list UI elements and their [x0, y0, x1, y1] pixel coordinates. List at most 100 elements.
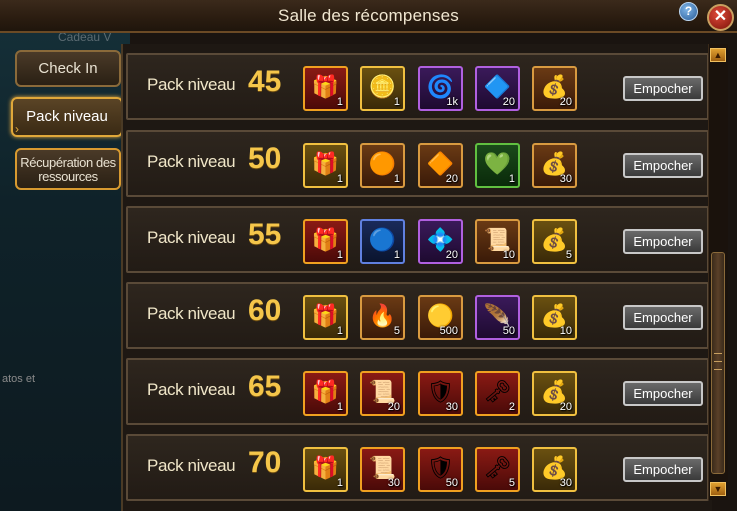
row-label: Pack niveau [147, 380, 236, 399]
row-label: Pack niveau [147, 152, 236, 171]
claim-button[interactable]: Empocher [623, 153, 703, 178]
reward-item-slot[interactable]: 🔵 1 [360, 219, 405, 264]
reward-item-slot[interactable]: 🎁 1 [303, 143, 348, 188]
reward-item-slot[interactable]: 🗝 5 [475, 447, 520, 492]
row-label: Pack niveau [147, 304, 236, 323]
reward-item-slot[interactable]: 🎁 1 [303, 66, 348, 111]
item-quantity: 500 [439, 325, 458, 337]
scroll-up-arrow-icon[interactable]: ▲ [710, 48, 726, 62]
reward-item-slot[interactable]: 🟠 1 [360, 143, 405, 188]
reward-item-slot[interactable]: 🌀 1k [418, 66, 463, 111]
title-bar: Salle des récompenses [0, 0, 737, 33]
item-quantity: 30 [445, 401, 458, 413]
item-quantity: 1 [336, 325, 343, 337]
claim-button[interactable]: Empocher [623, 305, 703, 330]
item-quantity: 1 [336, 249, 343, 261]
item-quantity: 30 [559, 477, 572, 489]
reward-item-slot[interactable]: 🎁 1 [303, 371, 348, 416]
reward-item-slot[interactable]: 💰 30 [532, 447, 577, 492]
item-quantity: 20 [445, 173, 458, 185]
reward-item-slot[interactable]: 📜 10 [475, 219, 520, 264]
row-level-number: 50 [248, 142, 282, 175]
item-quantity: 20 [502, 96, 515, 108]
reward-item-slot[interactable]: 🔷 20 [475, 66, 520, 111]
reward-row: Pack niveau 60 🎁 1 🔥 5 🟡 500 🪶 50 💰 10 Empocher [126, 282, 709, 349]
window-title: Salle des récompenses [278, 6, 459, 25]
item-quantity: 1 [336, 96, 343, 108]
reward-item-slot[interactable]: 💰 30 [532, 143, 577, 188]
claim-button[interactable]: Empocher [623, 229, 703, 254]
grip-line [714, 369, 722, 370]
reward-item-slot[interactable]: 🔥 5 [360, 295, 405, 340]
reward-row: Pack niveau 45 🎁 1 🪙 1 🌀 1k 🔷 20 💰 20 Empocher [126, 53, 709, 120]
reward-item-slot[interactable]: 💰 20 [532, 371, 577, 416]
item-quantity: 2 [508, 401, 515, 413]
item-quantity: 1 [393, 249, 400, 261]
claim-button[interactable]: Empocher [623, 76, 703, 101]
row-level-number: 55 [248, 218, 282, 251]
item-quantity: 20 [445, 249, 458, 261]
item-quantity: 5 [565, 249, 572, 261]
close-button[interactable]: ✕ [707, 4, 734, 31]
row-level-number: 60 [248, 294, 282, 327]
row-label: Pack niveau [147, 228, 236, 247]
item-quantity: 20 [387, 401, 400, 413]
item-quantity: 1 [336, 401, 343, 413]
item-quantity: 10 [559, 325, 572, 337]
row-label: Pack niveau [147, 456, 236, 475]
item-quantity: 50 [445, 477, 458, 489]
item-quantity: 5 [508, 477, 515, 489]
item-quantity: 20 [559, 401, 572, 413]
row-level-number: 70 [248, 446, 282, 479]
active-arrow-icon: › [15, 122, 19, 136]
claim-button[interactable]: Empocher [623, 457, 703, 482]
reward-item-slot[interactable]: 🛡 30 [418, 371, 463, 416]
sidebar: Check In › Pack niveau Récupération des … [0, 34, 128, 511]
reward-item-slot[interactable]: 🎁 1 [303, 447, 348, 492]
reward-item-slot[interactable]: 🗝 2 [475, 371, 520, 416]
reward-item-slot[interactable]: 💰 5 [532, 219, 577, 264]
tab-check-in[interactable]: Check In [15, 50, 121, 87]
reward-item-slot[interactable]: 🪶 50 [475, 295, 520, 340]
item-quantity: 20 [559, 96, 572, 108]
claim-button[interactable]: Empocher [623, 381, 703, 406]
row-level-number: 65 [248, 370, 282, 403]
tab-pack-niveau[interactable]: › Pack niveau [11, 97, 123, 137]
scrollbar[interactable]: ▲ ▼ [708, 44, 728, 500]
item-quantity: 10 [502, 249, 515, 261]
item-quantity: 50 [502, 325, 515, 337]
scroll-down-arrow-icon[interactable]: ▼ [710, 482, 726, 496]
reward-row: Pack niveau 65 🎁 1 📜 20 🛡 30 🗝 2 💰 20 Empocher [126, 358, 709, 425]
reward-item-slot[interactable]: 🎁 1 [303, 219, 348, 264]
item-quantity: 1 [508, 173, 515, 185]
row-level-number: 45 [248, 65, 282, 98]
item-quantity: 1 [336, 477, 343, 489]
help-icon[interactable]: ? [679, 2, 698, 21]
row-label: Pack niveau [147, 75, 236, 94]
reward-item-slot[interactable]: 💰 10 [532, 295, 577, 340]
reward-item-slot[interactable]: 📜 30 [360, 447, 405, 492]
reward-item-slot[interactable]: 💠 20 [418, 219, 463, 264]
reward-row: Pack niveau 50 🎁 1 🟠 1 🔶 20 💚 1 💰 30 Empocher [126, 130, 709, 197]
item-quantity: 5 [393, 325, 400, 337]
reward-item-slot[interactable]: 💚 1 [475, 143, 520, 188]
grip-line [714, 361, 722, 362]
item-quantity: 1k [446, 96, 458, 108]
item-quantity: 1 [336, 173, 343, 185]
tab-recuperation-ressources[interactable]: Récupération des ressources [15, 148, 121, 190]
grip-line [714, 353, 722, 354]
reward-item-slot[interactable]: 🔶 20 [418, 143, 463, 188]
reward-item-slot[interactable]: 🎁 1 [303, 295, 348, 340]
item-quantity: 1 [393, 173, 400, 185]
reward-item-slot[interactable]: 🟡 500 [418, 295, 463, 340]
reward-item-slot[interactable]: 📜 20 [360, 371, 405, 416]
reward-item-slot[interactable]: 🪙 1 [360, 66, 405, 111]
tab-pack-niveau-label: Pack niveau [26, 108, 108, 125]
reward-row: Pack niveau 70 🎁 1 📜 30 🛡 50 🗝 5 💰 30 Empocher [126, 434, 709, 501]
reward-hall-window: Salle des récompenses ? ✕ Check In › Pac… [0, 0, 737, 511]
reward-row: Pack niveau 55 🎁 1 🔵 1 💠 20 📜 10 💰 5 Empocher [126, 206, 709, 273]
item-quantity: 30 [387, 477, 400, 489]
reward-item-slot[interactable]: 💰 20 [532, 66, 577, 111]
scrollbar-thumb[interactable] [711, 252, 725, 474]
reward-item-slot[interactable]: 🛡 50 [418, 447, 463, 492]
